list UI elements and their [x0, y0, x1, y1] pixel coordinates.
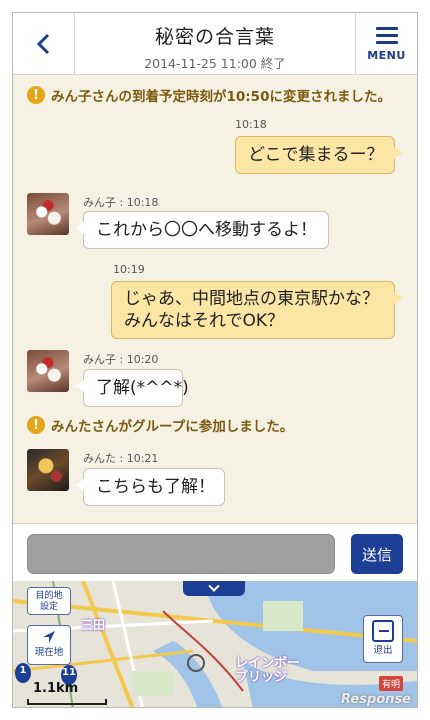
navigation-arrow-icon — [43, 631, 55, 643]
avatar-minta[interactable] — [27, 449, 69, 491]
notice-text: みんたさんがグループに参加しました。 — [51, 419, 294, 435]
exit-icon — [372, 620, 394, 642]
exclamation-icon: ! — [27, 86, 45, 104]
bridge-label-line: ブリッジ — [235, 670, 288, 685]
other-message-bubble[interactable]: 了解(*^^*) — [75, 369, 189, 407]
set-destination-button[interactable]: 目的地 設定 — [27, 587, 71, 615]
message-meta: みんた : 10:21 — [83, 452, 159, 465]
map-view[interactable]: 目的地 設定 現在地 退出 三田 レインボー ブリッジ 1 11 1.1km 有… — [13, 581, 417, 707]
message-meta: みん子 : 10:20 — [83, 353, 159, 366]
group-end-time: 2014-11-25 11:00 終了 — [144, 56, 286, 71]
group-title: 秘密の合言葉 — [154, 26, 275, 48]
message-line: みんなはそれでOK？ — [124, 311, 285, 331]
message-time: 10:19 — [113, 263, 145, 276]
chevron-left-icon — [36, 33, 49, 55]
message-meta: みん子 : 10:18 — [83, 196, 159, 209]
exit-group-button[interactable]: 退出 — [363, 615, 403, 663]
bridge-label-line: レインボー — [235, 656, 301, 671]
back-button[interactable] — [13, 13, 75, 75]
chat-timeline[interactable]: ! みん子さんの到着予定時刻が10:50に変更されました。 10:18 どこで集… — [13, 75, 417, 523]
watermark-logo: Response — [341, 692, 411, 707]
dest-label-line: 設定 — [39, 602, 58, 612]
map-place-label: レインボー ブリッジ — [235, 657, 300, 685]
avatar-minko[interactable] — [27, 350, 69, 392]
other-message-bubble[interactable]: これから〇〇へ移動するよ！ — [75, 211, 329, 249]
avatar-minko[interactable] — [27, 193, 69, 235]
exit-label: 退出 — [373, 645, 393, 656]
other-message-bubble[interactable]: こちらも了解！ — [75, 468, 225, 506]
map-place-label: 三田 — [81, 618, 106, 632]
menu-button[interactable]: MENU — [355, 13, 417, 75]
message-line: じゃあ、中間地点の東京駅かな？ — [124, 289, 379, 309]
collapse-map-button[interactable] — [183, 581, 245, 596]
app-screen: 秘密の合言葉 2014-11-25 11:00 終了 MENU ! みん子さんの… — [12, 12, 418, 708]
header-bar: 秘密の合言葉 2014-11-25 11:00 終了 MENU — [13, 13, 417, 75]
map-pin-marker[interactable]: 1 — [15, 663, 31, 683]
header-title-area: 秘密の合言葉 2014-11-25 11:00 終了 — [75, 13, 355, 75]
map-area-badge: 有明 — [378, 676, 403, 691]
send-button[interactable]: 送信 — [351, 534, 403, 574]
my-message-bubble[interactable]: じゃあ、中間地点の東京駅かな？ みんなはそれでOK？ — [111, 281, 403, 339]
hamburger-icon — [375, 26, 398, 44]
system-notice: ! みん子さんの到着予定時刻が10:50に変更されました。 — [27, 85, 391, 105]
chevron-down-icon — [208, 581, 220, 592]
dest-label-line: 目的地 — [35, 591, 63, 601]
my-message-bubble[interactable]: どこで集まるー？ — [235, 136, 403, 174]
current-location-button[interactable]: 現在地 — [27, 625, 71, 665]
message-input[interactable] — [27, 534, 335, 574]
system-notice: ! みんたさんがグループに参加しました。 — [27, 415, 293, 435]
map-scale-bar — [27, 699, 107, 705]
message-input-bar: 送信 — [13, 523, 417, 581]
current-location-label: 現在地 — [34, 647, 64, 658]
menu-label: MENU — [367, 48, 406, 62]
message-time: 10:18 — [235, 118, 267, 131]
notice-text: みん子さんの到着予定時刻が10:50に変更されました。 — [51, 89, 391, 105]
exclamation-icon: ! — [27, 416, 45, 434]
map-scale-label: 1.1km — [33, 681, 79, 696]
